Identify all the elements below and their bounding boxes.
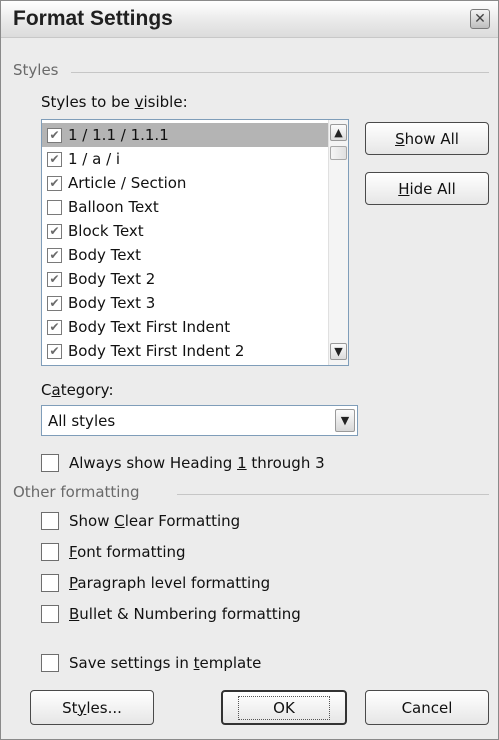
- style-list-item-label: 1 / a / i: [68, 150, 121, 168]
- checkbox-box[interactable]: [41, 605, 59, 623]
- checkbox-box[interactable]: [41, 543, 59, 561]
- style-list-item[interactable]: ✔ Body Text 2: [42, 267, 328, 291]
- option-label: Font formatting: [69, 543, 186, 561]
- save-in-template-label: Save settings in template: [69, 654, 262, 672]
- style-list-item-label: Body Text First Indent: [68, 318, 231, 336]
- styles-group-divider: [71, 72, 489, 73]
- option-label: Show Clear Formatting: [69, 512, 241, 530]
- style-list-item[interactable]: ✔ Body Text 3: [42, 291, 328, 315]
- checked-checkbox-icon[interactable]: ✔: [47, 247, 62, 263]
- other-formatting-divider: [177, 494, 489, 495]
- checked-checkbox-icon[interactable]: ✔: [47, 271, 62, 287]
- style-list-item[interactable]: Balloon Text: [42, 195, 328, 219]
- style-list-item[interactable]: ✔ 1 / 1.1 / 1.1.1: [42, 123, 328, 147]
- checkbox-box[interactable]: [41, 654, 59, 672]
- cancel-button[interactable]: Cancel: [365, 690, 489, 725]
- checked-checkbox-icon[interactable]: ✔: [47, 295, 62, 311]
- style-list-item[interactable]: ✔ Body Text: [42, 243, 328, 267]
- format-settings-dialog: Format Settings ✕ Styles Styles to be vi…: [0, 0, 499, 740]
- scroll-down-button[interactable]: ▼: [330, 343, 347, 360]
- check-icon: ✔: [49, 272, 60, 286]
- close-glyph: ✕: [474, 11, 486, 27]
- category-select[interactable]: All styles ▼: [41, 405, 358, 436]
- style-list-item[interactable]: ✔ Body Text First Indent: [42, 315, 328, 339]
- ok-button[interactable]: OK: [221, 690, 347, 725]
- category-label: Category:: [41, 381, 114, 399]
- scroll-thumb[interactable]: [330, 146, 347, 160]
- style-list-item[interactable]: ✔ Article / Section: [42, 171, 328, 195]
- style-list-item[interactable]: ✔ Body Text First Indent 2: [42, 339, 328, 363]
- check-icon: ✔: [49, 344, 60, 358]
- style-list-item-label: Body Text 2: [68, 270, 156, 288]
- check-icon: ✔: [49, 320, 60, 334]
- unchecked-checkbox-icon[interactable]: [47, 199, 62, 215]
- title-bar: Format Settings ✕: [1, 1, 498, 38]
- style-list-item-label: 1 / 1.1 / 1.1.1: [68, 126, 169, 144]
- styles-visible-listbox[interactable]: ✔ 1 / 1.1 / 1.1.1 ✔ 1 / a / i ✔ Article / Sec…: [41, 119, 349, 366]
- always-show-heading-label: Always show Heading 1 through 3: [69, 454, 325, 472]
- checked-checkbox-icon[interactable]: ✔: [47, 223, 62, 239]
- checked-checkbox-icon[interactable]: ✔: [47, 151, 62, 167]
- style-list-item-label: Block Text: [68, 222, 144, 240]
- checkbox-box[interactable]: [41, 574, 59, 592]
- cancel-button-label: Cancel: [401, 698, 453, 717]
- check-icon: ✔: [49, 248, 60, 262]
- show-all-label: Show All: [395, 129, 459, 148]
- checked-checkbox-icon[interactable]: ✔: [47, 175, 62, 191]
- check-icon: ✔: [49, 128, 60, 142]
- check-icon: ✔: [49, 296, 60, 310]
- styles-group-title: Styles: [13, 61, 59, 79]
- bullet-numbering-formatting-checkbox[interactable]: Bullet & Numbering formatting: [41, 605, 301, 623]
- close-icon[interactable]: ✕: [470, 9, 490, 29]
- option-label: Bullet & Numbering formatting: [69, 605, 301, 623]
- checked-checkbox-icon[interactable]: ✔: [47, 319, 62, 335]
- chevron-down-icon[interactable]: ▼: [335, 409, 355, 432]
- option-label: Paragraph level formatting: [69, 574, 271, 592]
- style-list-item[interactable]: ✔ 1 / a / i: [42, 147, 328, 171]
- checkbox-box[interactable]: [41, 512, 59, 530]
- show-all-button[interactable]: Show All: [365, 122, 489, 155]
- save-in-template-checkbox[interactable]: Save settings in template: [41, 654, 261, 672]
- style-list-item-label: Article / Section: [68, 174, 187, 192]
- checked-checkbox-icon[interactable]: ✔: [47, 127, 62, 143]
- check-icon: ✔: [49, 176, 60, 190]
- check-icon: ✔: [49, 152, 60, 166]
- check-icon: ✔: [49, 224, 60, 238]
- dropdown-arrow-glyph: ▼: [340, 414, 350, 427]
- style-list-item-label: Body Text: [68, 246, 141, 264]
- always-show-heading-checkbox[interactable]: Always show Heading 1 through 3: [41, 454, 325, 472]
- style-list-item-label: Body Text 3: [68, 294, 156, 312]
- scroll-up-button[interactable]: ▲: [330, 124, 347, 141]
- style-list-item-label: Body Text First Indent 2: [68, 342, 245, 360]
- category-select-value: All styles: [48, 412, 116, 430]
- checked-checkbox-icon[interactable]: ✔: [47, 343, 62, 359]
- font-formatting-checkbox[interactable]: Font formatting: [41, 543, 186, 561]
- checkbox-box[interactable]: [41, 454, 59, 472]
- style-list-item-label: Balloon Text: [68, 198, 159, 216]
- chevron-down-icon: ▼: [334, 345, 343, 358]
- ok-button-label: OK: [238, 695, 330, 720]
- other-formatting-group-title: Other formatting: [13, 483, 140, 501]
- chevron-up-icon: ▲: [334, 126, 343, 139]
- styles-button[interactable]: Styles...: [30, 690, 154, 725]
- dialog-title: Format Settings: [13, 7, 173, 30]
- styles-visible-label: Styles to be visible:: [41, 93, 188, 111]
- hide-all-button[interactable]: Hide All: [365, 172, 489, 205]
- hide-all-label: Hide All: [398, 179, 456, 198]
- paragraph-level-formatting-checkbox[interactable]: Paragraph level formatting: [41, 574, 270, 592]
- styles-list-scrollbar[interactable]: ▲ ▼: [328, 120, 348, 365]
- style-list-item[interactable]: ✔ Block Text: [42, 219, 328, 243]
- show-clear-formatting-checkbox[interactable]: Show Clear Formatting: [41, 512, 240, 530]
- styles-button-label: Styles...: [62, 698, 122, 717]
